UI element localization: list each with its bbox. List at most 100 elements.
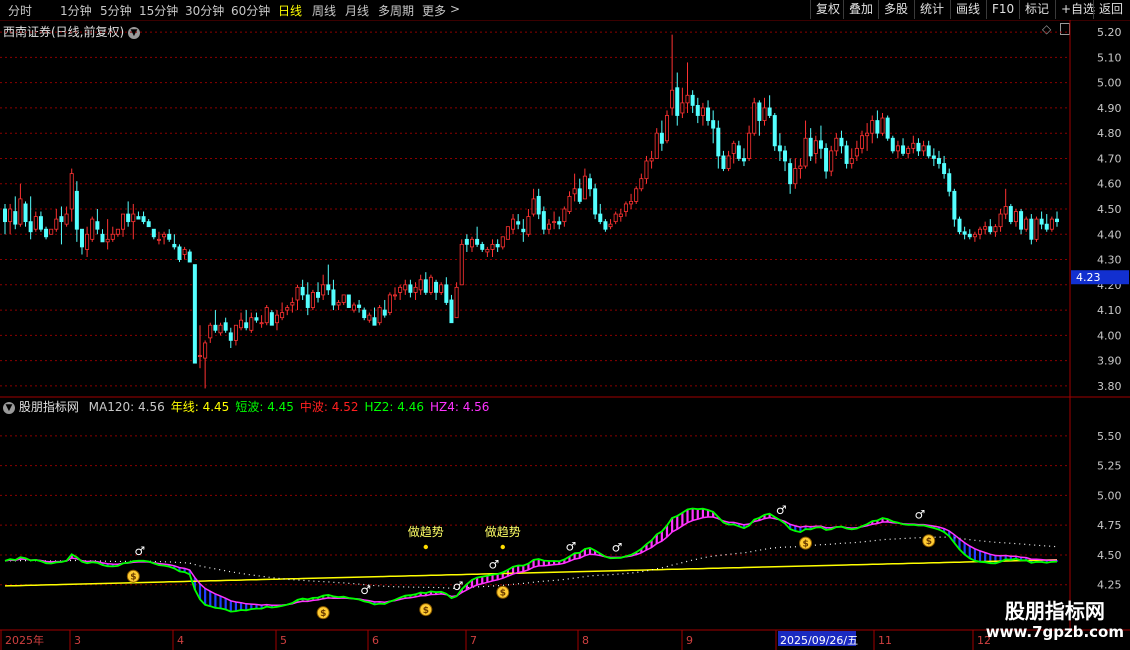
fuquan-button[interactable]: 复权: [810, 0, 845, 19]
candle: [526, 216, 531, 235]
period-tab-fenshi[interactable]: 分时: [8, 2, 32, 19]
candle: [942, 163, 947, 175]
time-axis-label: 2025/09/26/五: [780, 634, 858, 647]
candle: [993, 226, 998, 233]
period-tab-weekly[interactable]: 周线: [312, 2, 336, 19]
candle: [685, 94, 690, 104]
candle: [233, 324, 238, 341]
price-tick-label: 4.90: [1097, 102, 1122, 115]
price-tick-label: 4.00: [1097, 329, 1122, 342]
candle: [962, 231, 967, 235]
candle: [367, 314, 372, 321]
price-tick-label: 4.10: [1097, 304, 1122, 317]
candle: [736, 145, 741, 159]
period-tab-30min[interactable]: 30分钟: [185, 2, 224, 19]
candle: [901, 145, 906, 154]
price-tick-label: 4.50: [1097, 203, 1122, 216]
candle: [783, 150, 788, 162]
candle: [649, 158, 654, 162]
candle: [187, 251, 192, 263]
candle: [670, 89, 675, 109]
candle: [639, 178, 644, 190]
candle: [562, 208, 567, 223]
period-tab-multi[interactable]: 多周期: [378, 2, 414, 19]
candle: [731, 142, 736, 154]
top-toolbar: 分时 1分钟 5分钟 15分钟 30分钟 60分钟 日线 周线 月线 多周期 更…: [0, 0, 1130, 21]
candle: [33, 216, 38, 230]
candle: [428, 276, 433, 293]
indicator-tick-label: 5.50: [1097, 430, 1122, 443]
candle: [557, 221, 562, 225]
candle: [644, 160, 649, 180]
candle: [916, 142, 921, 152]
candle: [13, 211, 18, 225]
candle: [798, 165, 803, 169]
candle: [244, 322, 249, 329]
price-tick-label: 5.00: [1097, 77, 1122, 90]
money-bag-symbol: $: [500, 589, 506, 599]
candle: [336, 302, 341, 306]
candle: [341, 294, 346, 303]
indicator-tick-label: 5.25: [1097, 460, 1122, 473]
candle: [629, 201, 634, 205]
time-axis-label: 9: [686, 634, 693, 647]
candle: [813, 140, 818, 154]
male-signal-icon: ♂: [134, 544, 145, 558]
candle: [906, 147, 911, 154]
candle: [218, 324, 223, 334]
multi-stock-button[interactable]: 多股: [878, 0, 913, 19]
period-tab-1min[interactable]: 1分钟: [60, 2, 92, 19]
period-tab-60min[interactable]: 60分钟: [231, 2, 270, 19]
time-axis-label: 6: [372, 634, 379, 647]
candle: [885, 117, 890, 139]
candle: [444, 284, 449, 303]
candle: [603, 221, 608, 230]
candle: [613, 213, 618, 223]
candle: [393, 294, 398, 297]
candle: [110, 233, 115, 240]
candle: [777, 145, 782, 152]
candle: [74, 190, 79, 230]
candle: [495, 243, 500, 248]
chart-area[interactable]: 5.20 5.10 5.00 4.90 4.80 4.70 4.60 4.50 4.40 4.30…: [0, 20, 1130, 650]
chevron-right-icon[interactable]: >: [450, 2, 460, 16]
candle: [49, 228, 54, 235]
candle: [741, 158, 746, 162]
candle: [38, 216, 43, 230]
candle: [182, 249, 187, 255]
mark-button[interactable]: 标记: [1019, 0, 1054, 19]
f10-button[interactable]: F10: [986, 0, 1019, 19]
candle: [454, 286, 459, 319]
candle: [274, 314, 279, 324]
indicator-tick-label: 5.00: [1097, 489, 1122, 502]
draw-line-button[interactable]: 画线: [950, 0, 985, 19]
candle: [608, 223, 613, 228]
candle: [90, 218, 95, 240]
candle: [59, 216, 64, 223]
watermark: 股朋指标网 www.7gpzb.com: [986, 600, 1124, 642]
time-axis-label: 4: [177, 634, 184, 647]
time-axis-label: 8: [582, 634, 589, 647]
money-bag-symbol: $: [423, 606, 429, 616]
candle: [290, 302, 295, 306]
period-tab-more[interactable]: 更多: [422, 2, 446, 19]
candle: [726, 155, 731, 169]
period-tab-5min[interactable]: 5分钟: [100, 2, 132, 19]
candle: [839, 137, 844, 147]
back-button[interactable]: 返回: [1093, 0, 1128, 19]
trend-annotation: 做趋势: [408, 524, 444, 539]
candle: [844, 145, 849, 164]
candle: [141, 216, 146, 223]
current-price-label: 4.23: [1076, 271, 1101, 284]
candle: [752, 102, 757, 134]
overlay-button[interactable]: 叠加: [843, 0, 878, 19]
indicator-tick-label: 4.75: [1097, 519, 1122, 532]
period-tab-daily[interactable]: 日线: [278, 2, 302, 19]
period-tab-monthly[interactable]: 月线: [345, 2, 369, 19]
candle: [859, 135, 864, 149]
period-tab-15min[interactable]: 15分钟: [139, 2, 178, 19]
candle: [521, 228, 526, 233]
statistics-button[interactable]: 统计: [914, 0, 949, 19]
candle: [711, 120, 716, 129]
price-tick-label: 4.40: [1097, 228, 1122, 241]
